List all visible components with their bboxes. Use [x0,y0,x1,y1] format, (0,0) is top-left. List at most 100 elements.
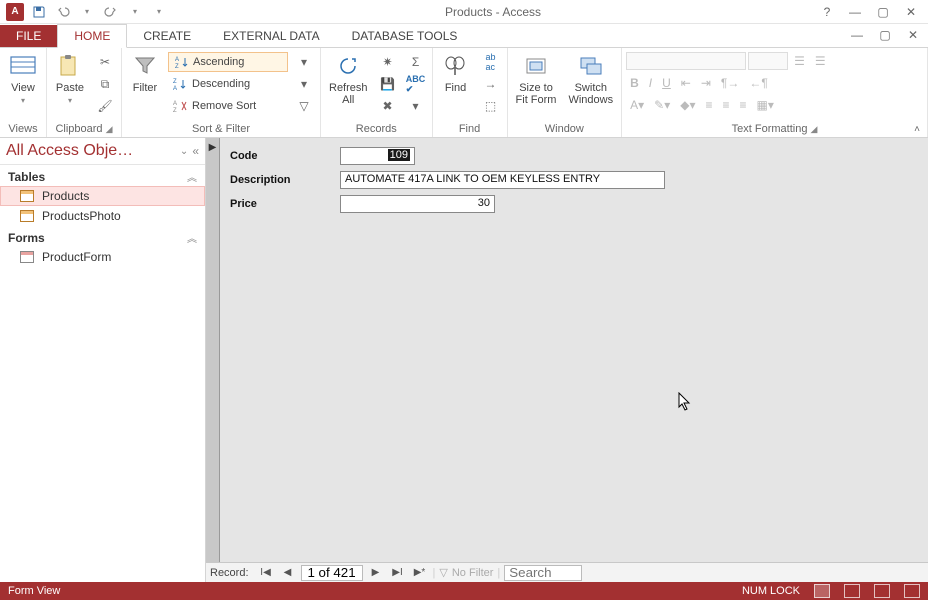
toggle-filter-button[interactable]: ▽ [292,96,316,116]
filter-button[interactable]: Filter [126,50,164,96]
close-icon[interactable]: ✕ [902,3,920,21]
remove-sort-button[interactable]: AZ Remove Sort [168,96,288,116]
fill-color-button[interactable]: ◆▾ [676,98,699,112]
align-right-button[interactable]: ≡ [736,98,751,112]
ribbon: View▾ Views Paste▾ ✂ ⧉ 🖌 Clipboard ◢ [0,48,928,138]
form-fields: Code 109 Description AUTOMATE 417A LINK … [220,138,928,562]
last-record-button[interactable]: ▶I [389,565,407,581]
undo-icon[interactable] [54,3,72,21]
textformat-dialog-launcher[interactable]: ◢ [811,124,818,134]
group-label-clipboard: Clipboard ◢ [51,121,117,137]
nav-item-products[interactable]: Products [0,186,205,206]
select-button[interactable]: ⬚ [479,96,503,116]
paste-icon [56,52,84,80]
nav-header-dropdown-icon[interactable]: ⌄ [180,146,188,157]
italic-button[interactable]: I [645,76,656,90]
design-view-icon[interactable] [904,584,920,598]
descending-button[interactable]: ZA Descending [168,74,288,94]
previous-record-button[interactable]: ◀ [279,565,297,581]
nav-item-productform[interactable]: ProductForm [0,247,205,267]
bullets-icon[interactable]: ☰ [790,54,809,68]
goto-button[interactable]: → [479,74,503,94]
remove-sort-label: Remove Sort [192,100,256,112]
input-description[interactable]: AUTOMATE 417A LINK TO OEM KEYLESS ENTRY [340,171,665,189]
layout-view-icon[interactable] [874,584,890,598]
input-price[interactable]: 30 [340,195,495,213]
selection-filter-icon: ▾ [296,54,312,70]
format-painter-button[interactable]: 🖌 [93,96,117,116]
tab-database-tools[interactable]: DATABASE TOOLS [336,25,474,47]
nav-section-tables[interactable]: Tables ︽ [0,165,205,186]
highlight-button[interactable]: ✎▾ [650,98,674,112]
collapse-ribbon-icon[interactable]: ˄ [914,124,920,135]
tab-create[interactable]: CREATE [127,25,207,47]
paste-button[interactable]: Paste▾ [51,50,89,109]
undo-dropdown-icon[interactable]: ▾ [78,3,96,21]
first-record-button[interactable]: I◀ [257,565,275,581]
new-record-button[interactable]: ✷ [376,52,400,72]
cut-button[interactable]: ✂ [93,52,117,72]
gridlines-button[interactable]: ▦▾ [753,98,778,112]
doc-minimize-icon[interactable]: — [848,26,866,44]
numbering-icon[interactable]: ☰ [811,54,830,68]
nav-item-productsphoto[interactable]: ProductsPhoto [0,206,205,226]
underline-button[interactable]: U [658,76,675,90]
qat-customize-icon[interactable]: ▾ [150,3,168,21]
save-record-button[interactable]: 💾 [376,74,400,94]
group-label-records: Records [325,121,428,137]
nav-section-forms[interactable]: Forms ︽ [0,226,205,247]
advanced-filter-button[interactable]: ▾ [292,74,316,94]
tab-home[interactable]: HOME [57,24,127,48]
totals-button[interactable]: Σ [404,52,428,72]
form-area: ▶ Code 109 Description AUTOMATE 417A LIN… [206,138,928,582]
decrease-indent-icon[interactable]: ⇤ [677,76,695,90]
doc-close-icon[interactable]: ✕ [904,26,922,44]
size-to-fit-button[interactable]: Size to Fit Form [512,50,561,108]
datasheet-view-icon[interactable] [844,584,860,598]
tab-file[interactable]: FILE [0,25,57,47]
ltr-icon[interactable]: ¶→ [717,76,743,90]
help-icon[interactable]: ? [818,3,836,21]
font-family-dropdown[interactable] [626,52,746,70]
bold-button[interactable]: B [626,76,643,90]
spelling-button[interactable]: ABC✔ [404,74,428,94]
increase-indent-icon[interactable]: ⇥ [697,76,715,90]
descending-icon: ZA [172,76,188,92]
more-records-button[interactable]: ▾ [404,96,428,116]
minimize-icon[interactable]: — [846,3,864,21]
doc-restore-icon[interactable]: ▢ [876,26,894,44]
next-record-button[interactable]: ▶ [367,565,385,581]
input-code[interactable]: 109 [340,147,415,165]
tab-external-data[interactable]: EXTERNAL DATA [207,25,335,47]
redo-icon[interactable] [102,3,120,21]
form-view-icon[interactable] [814,584,830,598]
save-icon[interactable] [30,3,48,21]
restore-icon[interactable]: ▢ [874,3,892,21]
rtl-icon[interactable]: ←¶ [745,76,771,90]
refresh-all-button[interactable]: Refresh All [325,50,372,108]
align-left-button[interactable]: ≡ [701,98,716,112]
replace-icon: abac [483,54,499,70]
nav-collapse-icon[interactable]: « [192,144,199,158]
view-button[interactable]: View▾ [4,50,42,109]
find-button[interactable]: Find [437,50,475,96]
table-icon [20,190,34,202]
selection-filter-button[interactable]: ▾ [292,52,316,72]
record-selector-strip[interactable]: ▶ [206,138,220,562]
align-center-button[interactable]: ≡ [719,98,734,112]
copy-button[interactable]: ⧉ [93,74,117,94]
delete-record-button[interactable]: ✖ [376,96,400,116]
ribbon-group-clipboard: Paste▾ ✂ ⧉ 🖌 Clipboard ◢ [47,48,122,137]
font-color-button[interactable]: A▾ [626,98,648,112]
nav-header[interactable]: All Access Obje… ⌄ « [0,138,205,165]
replace-button[interactable]: abac [479,52,503,72]
redo-dropdown-icon[interactable]: ▾ [126,3,144,21]
filter-indicator[interactable]: ▽ No Filter [439,566,493,579]
switch-windows-button[interactable]: Switch Windows [564,50,617,108]
clipboard-dialog-launcher[interactable]: ◢ [106,124,113,134]
record-search-input[interactable] [504,565,582,581]
font-size-dropdown[interactable] [748,52,788,70]
new-record-nav-button[interactable]: ▶* [411,565,429,581]
ascending-button[interactable]: AZ Ascending [168,52,288,72]
record-position-input[interactable] [301,565,363,581]
